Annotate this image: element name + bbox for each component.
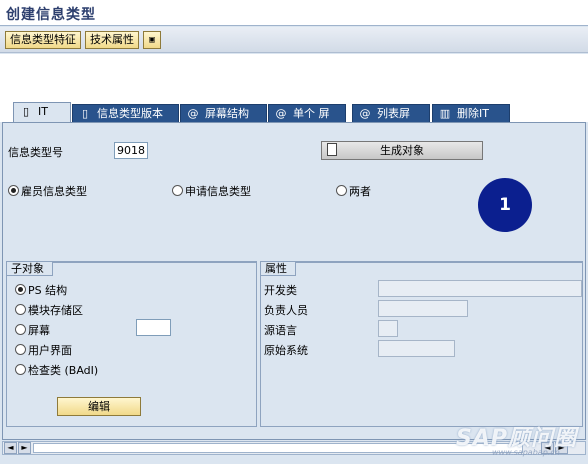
screen-radio[interactable] — [15, 324, 26, 335]
at-icon: @ — [275, 107, 287, 120]
group-rule — [53, 262, 256, 263]
source-language-label: 源语言 — [264, 324, 297, 337]
at-icon: @ — [359, 107, 371, 120]
employee-infotype-radio[interactable] — [8, 185, 19, 196]
tab-label: 信息类型版本 — [97, 107, 163, 120]
document-icon: ▯ — [81, 107, 89, 120]
original-system-field — [378, 340, 455, 357]
tab-delete-it[interactable]: ▥ 删除IT — [432, 104, 510, 124]
scrollbar-track[interactable] — [33, 443, 523, 453]
tab-single-screen[interactable]: @ 单个 屏 — [268, 104, 346, 124]
ps-structure-label: PS 结构 — [28, 284, 68, 297]
edit-button[interactable]: 编辑 — [57, 397, 141, 416]
scroll-left-icon[interactable]: ◄ — [4, 442, 17, 454]
tab-strip: ▯ IT ▯ 信息类型版本 @ 屏幕结构 @ 单个 屏 @ 列表屏 ▥ 删除IT — [0, 102, 588, 124]
applicant-infotype-radio[interactable] — [172, 185, 183, 196]
title-bar: 创建信息类型 — [0, 0, 588, 26]
trash-icon: ▥ — [439, 107, 451, 120]
step-number-marker: 1 — [478, 178, 532, 232]
original-system-label: 原始系统 — [264, 344, 308, 357]
tab-list-screen[interactable]: @ 列表屏 — [352, 104, 430, 124]
infotype-number-label: 信息类型号 — [8, 146, 63, 159]
tab-label: IT — [38, 105, 48, 118]
person-responsible-field — [378, 300, 468, 317]
screen-number-field[interactable] — [136, 319, 171, 336]
both-radio[interactable] — [336, 185, 347, 196]
subobjects-header: 子对象 — [7, 262, 53, 276]
document-icon: ▯ — [22, 105, 30, 118]
check-class-label: 检查类 (BAdI) — [28, 364, 99, 377]
attributes-group: 属性 开发类 负责人员 源语言 原始系统 — [260, 261, 583, 427]
watermark-url: www.sapabap.cn — [492, 448, 560, 457]
header-area — [0, 54, 588, 102]
tab-infotype-version[interactable]: ▯ 信息类型版本 — [72, 104, 179, 124]
group-rule — [295, 262, 582, 263]
generate-objects-button[interactable]: 生成对象 — [321, 141, 483, 160]
tab-label: 单个 屏 — [293, 107, 330, 120]
employee-infotype-label: 雇员信息类型 — [21, 185, 87, 198]
display-object-icon[interactable]: ▣ — [143, 31, 161, 49]
tab-screen-structure[interactable]: @ 屏幕结构 — [180, 104, 267, 124]
module-pool-radio[interactable] — [15, 304, 26, 315]
ps-structure-radio[interactable] — [15, 284, 26, 295]
scroll-right-small-icon[interactable]: ► — [18, 442, 31, 454]
tab-it[interactable]: ▯ IT — [13, 102, 71, 124]
page-title: 创建信息类型 — [6, 7, 96, 23]
check-class-radio[interactable] — [15, 364, 26, 375]
attributes-header: 属性 — [261, 262, 296, 276]
module-pool-label: 模块存储区 — [28, 304, 83, 317]
development-class-label: 开发类 — [264, 284, 297, 297]
generate-objects-label: 生成对象 — [380, 144, 424, 157]
it-tab-panel: 信息类型号 9018 生成对象 雇员信息类型 申请信息类型 两者 1 子对象 P… — [2, 122, 586, 440]
subobjects-group: 子对象 PS 结构 模块存储区 屏幕 用户界面 检查类 (BAdI) 编辑 — [6, 261, 257, 427]
development-class-field — [378, 280, 582, 297]
at-icon: @ — [187, 107, 199, 120]
tab-label: 屏幕结构 — [205, 107, 249, 120]
infotype-features-button[interactable]: 信息类型特征 — [5, 31, 81, 49]
both-label: 两者 — [349, 185, 371, 198]
infotype-number-field[interactable]: 9018 — [114, 142, 148, 159]
source-language-field — [378, 320, 398, 337]
tab-label: 删除IT — [457, 107, 489, 120]
application-toolbar: 信息类型特征 技术属性 ▣ — [0, 27, 588, 53]
applicant-infotype-label: 申请信息类型 — [185, 185, 251, 198]
user-interface-radio[interactable] — [15, 344, 26, 355]
user-interface-label: 用户界面 — [28, 344, 72, 357]
tab-label: 列表屏 — [377, 107, 410, 120]
technical-attributes-button[interactable]: 技术属性 — [85, 31, 139, 49]
screen-label: 屏幕 — [28, 324, 50, 337]
person-responsible-label: 负责人员 — [264, 304, 308, 317]
